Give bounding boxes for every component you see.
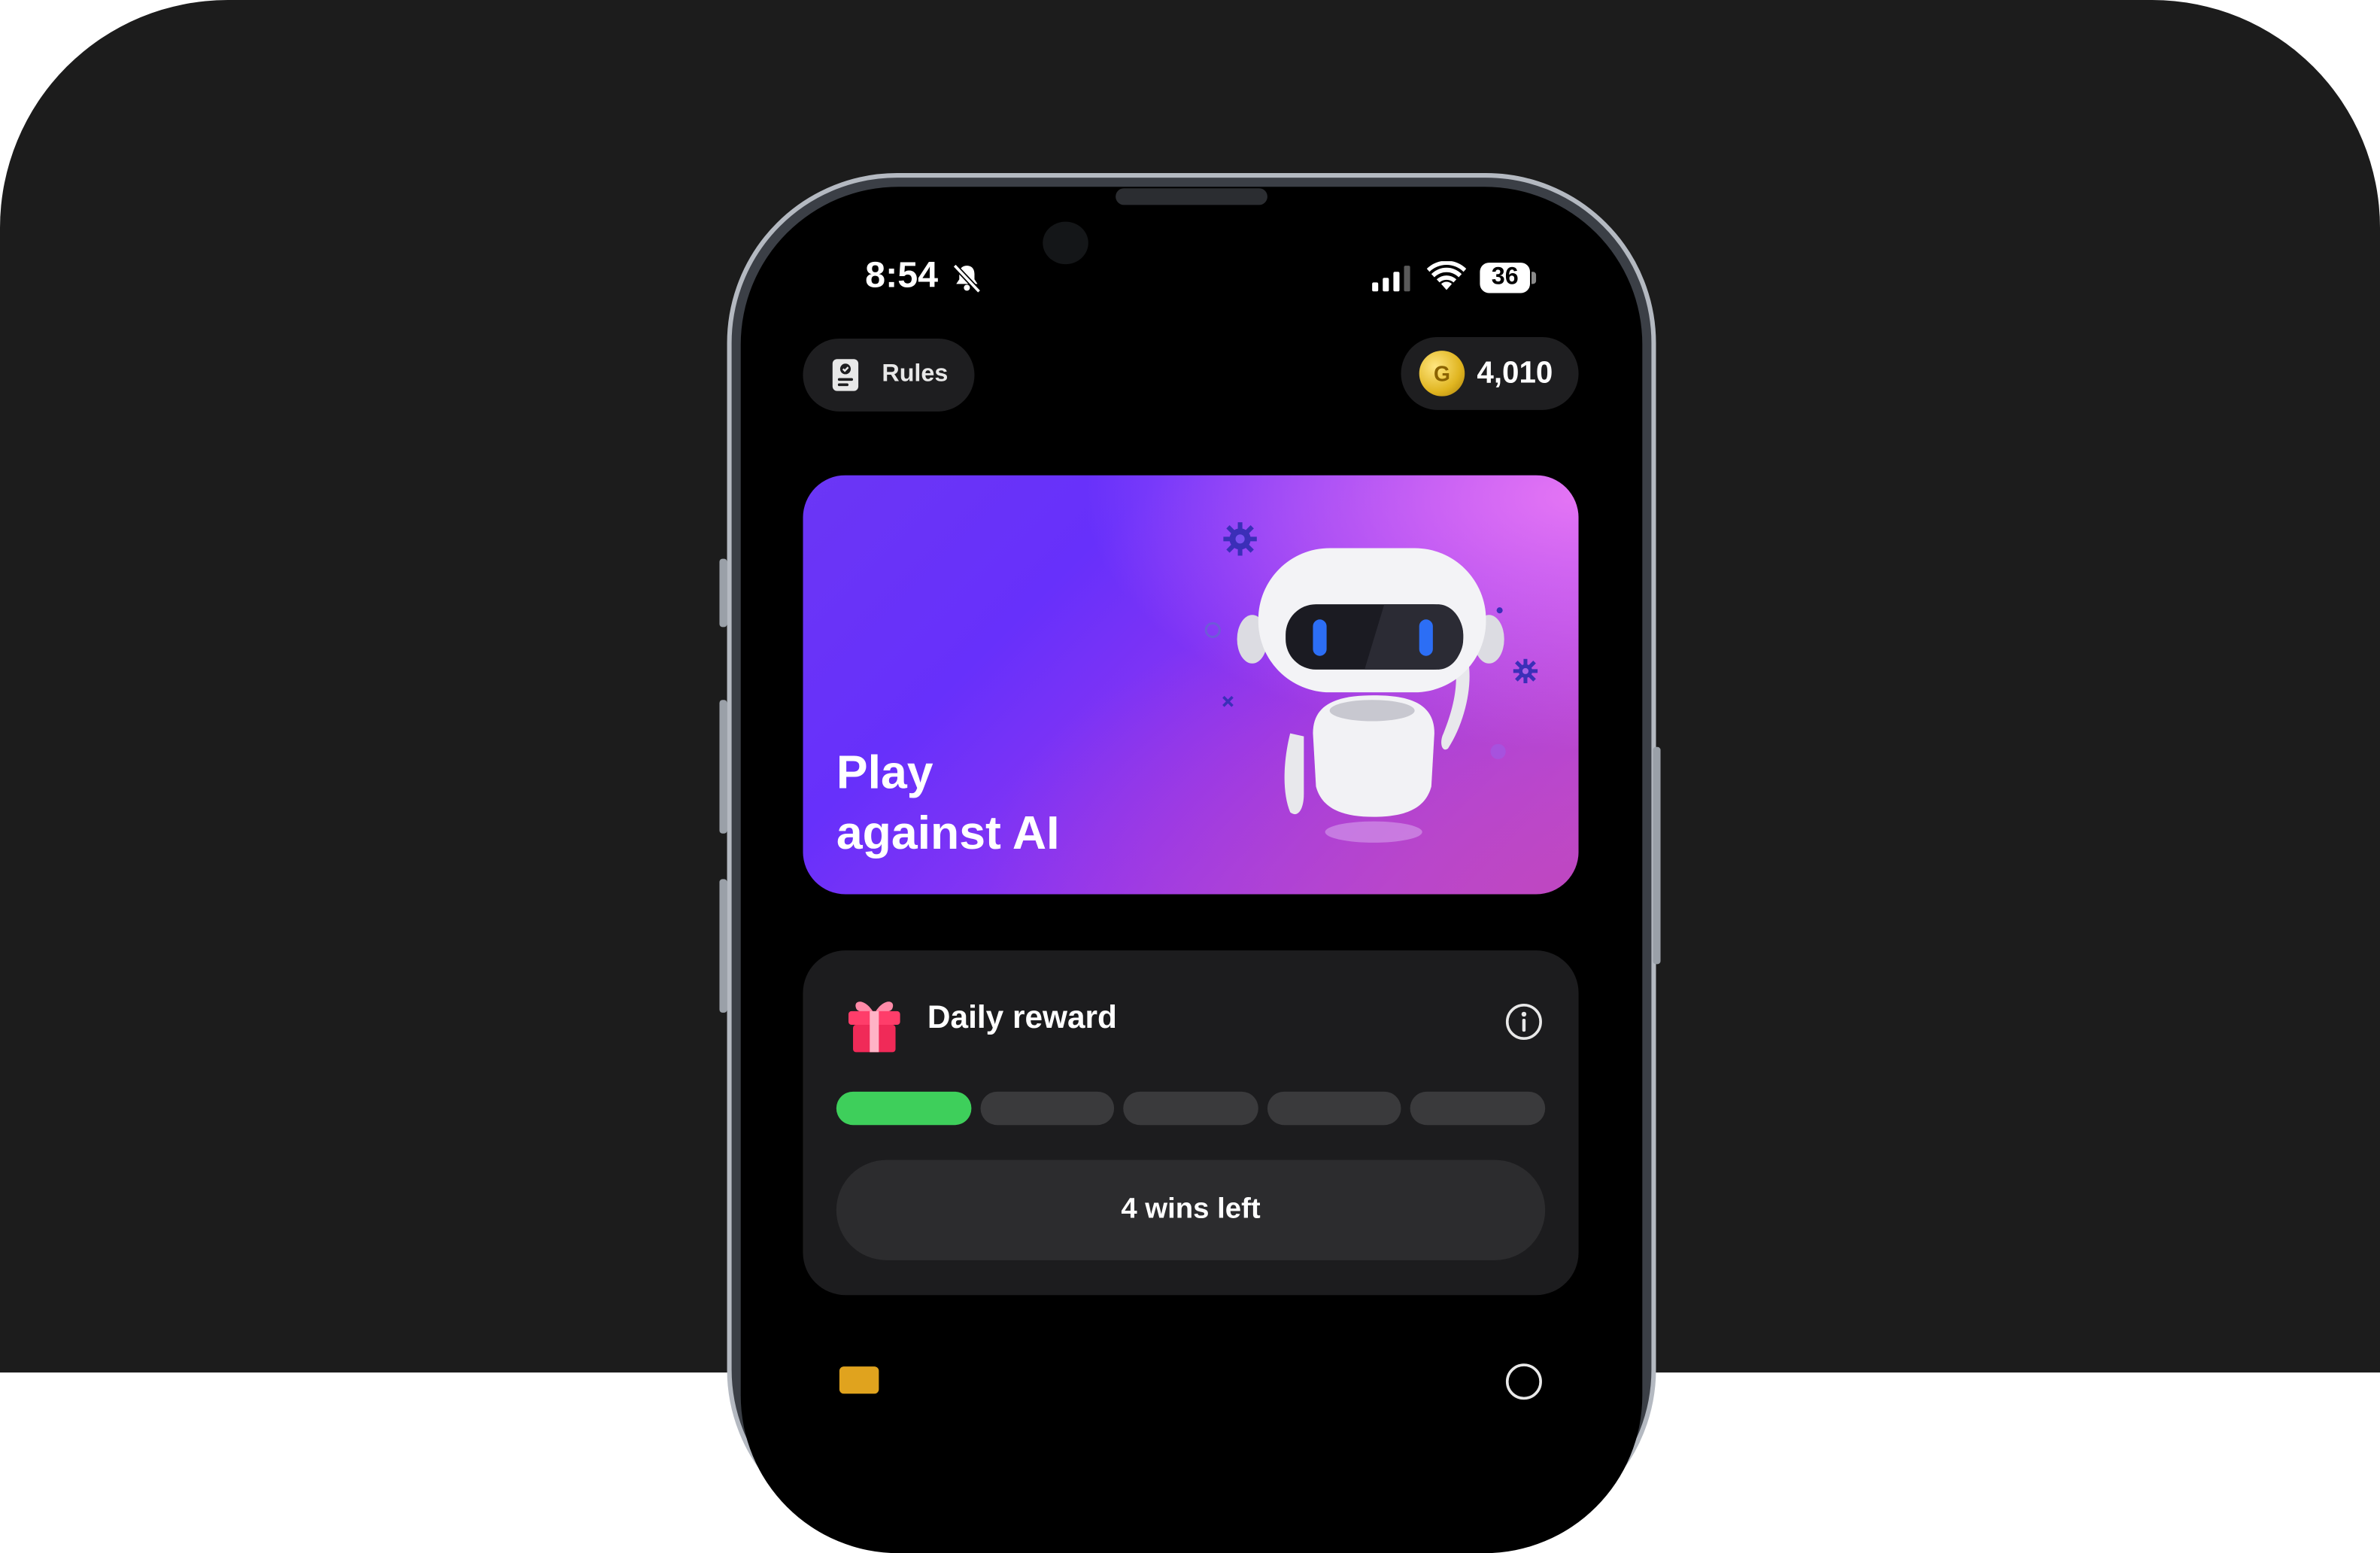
play-against-ai-card[interactable]: Play against AI bbox=[803, 475, 1579, 895]
bell-slash-icon bbox=[952, 263, 982, 293]
battery-icon: 36 bbox=[1480, 263, 1537, 293]
daily-reward-title: Daily reward bbox=[927, 1000, 1117, 1036]
rules-button[interactable]: Rules bbox=[803, 338, 975, 412]
document-icon bbox=[832, 359, 859, 391]
coin-amount: 4,010 bbox=[1477, 356, 1553, 390]
ai-title-line-1: Play bbox=[836, 745, 933, 799]
info-icon bbox=[1505, 1363, 1542, 1400]
progress-segment bbox=[1410, 1091, 1546, 1126]
next-section-header bbox=[803, 1339, 1578, 1400]
info-icon[interactable] bbox=[1504, 1002, 1544, 1041]
ai-card-title: Play against AI bbox=[836, 743, 1060, 864]
earpiece-speaker bbox=[1116, 188, 1267, 205]
power-button bbox=[1653, 746, 1661, 965]
battery-level: 36 bbox=[1491, 264, 1519, 290]
daily-reward-card: Daily reward 4 wins left bbox=[803, 950, 1579, 1296]
progress-segment bbox=[1123, 1091, 1258, 1126]
gift-icon bbox=[848, 1001, 900, 1053]
wifi-icon bbox=[1426, 261, 1467, 290]
action-button bbox=[719, 558, 727, 628]
progress-segment bbox=[1267, 1091, 1402, 1126]
front-camera bbox=[1043, 221, 1088, 265]
volume-up-button bbox=[719, 700, 727, 834]
coin-balance[interactable]: G 4,010 bbox=[1401, 336, 1579, 410]
reward-progress bbox=[836, 1091, 1546, 1126]
stage: 8:54 36 Rules G 4,010 Play against AI Da… bbox=[0, 0, 2380, 1553]
coin-icon: G bbox=[1419, 351, 1465, 397]
ai-title-line-2: against AI bbox=[836, 806, 1060, 860]
cellular-signal-icon bbox=[1372, 266, 1410, 292]
wins-left-button[interactable]: 4 wins left bbox=[836, 1159, 1546, 1260]
robot-icon bbox=[1204, 522, 1538, 843]
phone-screen: 8:54 36 Rules G 4,010 Play against AI Da… bbox=[740, 187, 1643, 1553]
rules-label: Rules bbox=[882, 361, 949, 387]
battery-tip bbox=[1532, 272, 1537, 284]
volume-down-button bbox=[719, 879, 727, 1013]
progress-segment bbox=[836, 1091, 971, 1126]
status-time: 8:54 bbox=[865, 255, 939, 296]
progress-segment bbox=[979, 1091, 1115, 1126]
trophy-icon bbox=[839, 1366, 879, 1394]
